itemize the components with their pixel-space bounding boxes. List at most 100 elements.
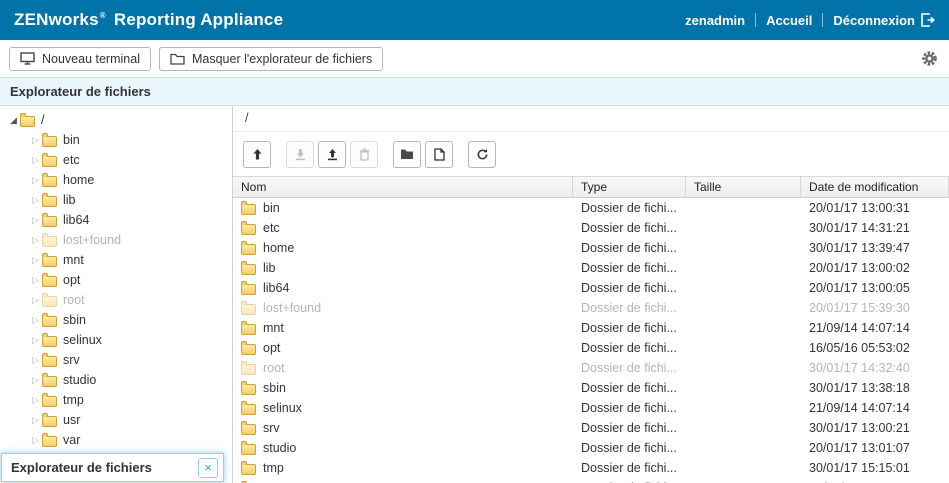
file-row[interactable]: sbin Dossier de fichi... 30/01/17 13:38:… bbox=[233, 378, 949, 398]
tree-item[interactable]: ▷ lib bbox=[0, 190, 232, 210]
home-link[interactable]: Accueil bbox=[766, 13, 812, 28]
file-row[interactable]: usr Dossier de fichi... 16/05/16 05:53:0… bbox=[233, 478, 949, 483]
collapse-icon[interactable]: ▷ bbox=[29, 216, 42, 225]
tree-item[interactable]: ▷ var bbox=[0, 430, 232, 450]
collapse-icon[interactable]: ▷ bbox=[29, 236, 42, 245]
tree-item-label: home bbox=[63, 173, 94, 187]
file-type: Dossier de fichi... bbox=[573, 281, 686, 295]
file-row[interactable]: etc Dossier de fichi... 30/01/17 14:31:2… bbox=[233, 218, 949, 238]
folder-icon bbox=[20, 116, 35, 127]
folder-icon bbox=[241, 344, 256, 355]
delete-button[interactable] bbox=[350, 141, 378, 168]
file-type: Dossier de fichi... bbox=[573, 401, 686, 415]
collapse-icon[interactable]: ▷ bbox=[29, 416, 42, 425]
tree-item[interactable]: ▷ bin bbox=[0, 130, 232, 150]
tree-item-label: bin bbox=[63, 133, 80, 147]
file-row[interactable]: root Dossier de fichi... 30/01/17 14:32:… bbox=[233, 358, 949, 378]
folder-icon bbox=[42, 236, 57, 247]
collapse-icon[interactable]: ▷ bbox=[29, 156, 42, 165]
refresh-button[interactable] bbox=[468, 141, 496, 168]
file-row[interactable]: home Dossier de fichi... 30/01/17 13:39:… bbox=[233, 238, 949, 258]
registered-mark: ® bbox=[100, 11, 106, 20]
tree-item-label: tmp bbox=[63, 393, 84, 407]
close-icon[interactable]: × bbox=[198, 458, 218, 478]
file-row[interactable]: studio Dossier de fichi... 20/01/17 13:0… bbox=[233, 438, 949, 458]
column-header-nom[interactable]: Nom bbox=[233, 177, 573, 197]
new-file-button[interactable] bbox=[425, 141, 453, 168]
tree-item[interactable]: ▷ srv bbox=[0, 350, 232, 370]
folder-icon bbox=[241, 224, 256, 235]
file-row[interactable]: selinux Dossier de fichi... 21/09/14 14:… bbox=[233, 398, 949, 418]
tree-item-label: root bbox=[63, 293, 85, 307]
file-row[interactable]: lib64 Dossier de fichi... 20/01/17 13:00… bbox=[233, 278, 949, 298]
collapse-icon[interactable]: ▷ bbox=[29, 136, 42, 145]
expand-icon[interactable]: ◢ bbox=[7, 116, 20, 125]
file-row[interactable]: lib Dossier de fichi... 20/01/17 13:00:0… bbox=[233, 258, 949, 278]
collapse-icon[interactable]: ▷ bbox=[29, 296, 42, 305]
collapse-icon[interactable]: ▷ bbox=[29, 196, 42, 205]
file-row[interactable]: opt Dossier de fichi... 16/05/16 05:53:0… bbox=[233, 338, 949, 358]
file-name: lost+found bbox=[263, 301, 321, 315]
file-row[interactable]: bin Dossier de fichi... 20/01/17 13:00:3… bbox=[233, 198, 949, 218]
collapse-icon[interactable]: ▷ bbox=[29, 396, 42, 405]
file-type: Dossier de fichi... bbox=[573, 321, 686, 335]
tree-root-node[interactable]: ◢ / bbox=[0, 110, 232, 130]
tree-item[interactable]: ▷ lib64 bbox=[0, 210, 232, 230]
file-type: Dossier de fichi... bbox=[573, 461, 686, 475]
up-directory-button[interactable] bbox=[243, 141, 271, 168]
file-row[interactable]: lost+found Dossier de fichi... 20/01/17 … bbox=[233, 298, 949, 318]
hide-file-explorer-button[interactable]: Masquer l'explorateur de fichiers bbox=[159, 47, 383, 71]
new-terminal-button[interactable]: Nouveau terminal bbox=[9, 47, 151, 71]
tree-item[interactable]: ▷ mnt bbox=[0, 250, 232, 270]
folder-icon bbox=[241, 284, 256, 295]
collapse-icon[interactable]: ▷ bbox=[29, 276, 42, 285]
folder-icon bbox=[241, 244, 256, 255]
collapse-icon[interactable]: ▷ bbox=[29, 356, 42, 365]
tree-item-label: opt bbox=[63, 273, 80, 287]
column-header-taille[interactable]: Taille bbox=[686, 177, 801, 197]
download-button[interactable] bbox=[286, 141, 314, 168]
folder-icon bbox=[42, 156, 57, 167]
file-name: home bbox=[263, 241, 294, 255]
tree-item[interactable]: ▷ lost+found bbox=[0, 230, 232, 250]
file-name: opt bbox=[263, 341, 280, 355]
file-row[interactable]: srv Dossier de fichi... 30/01/17 13:00:2… bbox=[233, 418, 949, 438]
file-name: lib64 bbox=[263, 281, 289, 295]
folder-icon bbox=[42, 136, 57, 147]
collapse-icon[interactable]: ▷ bbox=[29, 316, 42, 325]
tree-item[interactable]: ▷ home bbox=[0, 170, 232, 190]
tree-item[interactable]: ▷ opt bbox=[0, 270, 232, 290]
file-explorer-window-bar[interactable]: Explorateur de fichiers × bbox=[1, 453, 224, 482]
file-modified: 30/01/17 13:38:18 bbox=[801, 381, 949, 395]
tree-item[interactable]: ▷ sbin bbox=[0, 310, 232, 330]
file-row[interactable]: mnt Dossier de fichi... 21/09/14 14:07:1… bbox=[233, 318, 949, 338]
file-row[interactable]: tmp Dossier de fichi... 30/01/17 15:15:0… bbox=[233, 458, 949, 478]
folder-icon bbox=[241, 364, 256, 375]
column-header-type[interactable]: Type bbox=[573, 177, 686, 197]
tree-item[interactable]: ▷ etc bbox=[0, 150, 232, 170]
collapse-icon[interactable]: ▷ bbox=[29, 176, 42, 185]
tree-item[interactable]: ▷ studio bbox=[0, 370, 232, 390]
collapse-icon[interactable]: ▷ bbox=[29, 336, 42, 345]
collapse-icon[interactable]: ▷ bbox=[29, 256, 42, 265]
brand-name: ZENworks® bbox=[14, 10, 108, 30]
logout-link[interactable]: Déconnexion bbox=[833, 13, 935, 28]
tree-item-label: selinux bbox=[63, 333, 102, 347]
folder-icon bbox=[241, 404, 256, 415]
folder-icon bbox=[42, 216, 57, 227]
arrow-up-icon bbox=[251, 148, 264, 161]
tree-item-label: var bbox=[63, 433, 80, 447]
upload-button[interactable] bbox=[318, 141, 346, 168]
collapse-icon[interactable]: ▷ bbox=[29, 436, 42, 445]
new-file-icon bbox=[434, 148, 445, 161]
settings-gear-icon[interactable] bbox=[921, 50, 940, 67]
tree-item[interactable]: ▷ usr bbox=[0, 410, 232, 430]
new-folder-button[interactable] bbox=[393, 141, 421, 168]
tree-item[interactable]: ▷ tmp bbox=[0, 390, 232, 410]
tree-item[interactable]: ▷ root bbox=[0, 290, 232, 310]
column-header-date[interactable]: Date de modification bbox=[801, 177, 949, 197]
tree-item[interactable]: ▷ selinux bbox=[0, 330, 232, 350]
collapse-icon[interactable]: ▷ bbox=[29, 376, 42, 385]
tree-item-label: lib bbox=[63, 193, 76, 207]
file-panel: / bbox=[233, 106, 949, 483]
